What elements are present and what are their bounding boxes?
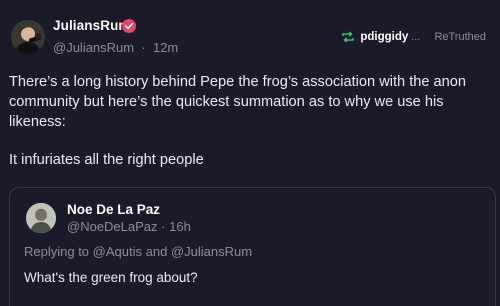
quote-author-name[interactable]: Noe De La Paz [67, 202, 160, 217]
retruthed-by-user[interactable]: pdiggidy [360, 31, 408, 43]
separator-dot: · [161, 219, 166, 234]
replying-to-line: Replying to @Aqutis and @JuliansRum [24, 244, 252, 259]
reply-user-link[interactable]: @Aqutis [93, 244, 142, 259]
quote-body: What's the green frog about? [24, 270, 198, 285]
quote-author-handle-row: @NoeDeLaPaz · 16h [67, 219, 191, 234]
post-card[interactable]: JuliansRum @JuliansRum · 12m pdiggidy ..… [0, 0, 500, 306]
quote-avatar[interactable] [26, 203, 56, 233]
avatar[interactable] [11, 20, 45, 54]
post-body-line2: It infuriates all the right people [9, 152, 204, 168]
replying-to-label: Replying to [24, 244, 90, 259]
user-avatar-icon [11, 20, 45, 54]
author-handle[interactable]: @JuliansRum [53, 40, 134, 55]
post-timestamp[interactable]: 12m [153, 40, 178, 55]
reply-user-link[interactable]: @JuliansRum [171, 244, 252, 259]
author-handle-row: @JuliansRum · 12m [53, 40, 178, 55]
user-avatar-icon [26, 203, 56, 233]
author-name[interactable]: JuliansRum [53, 18, 131, 33]
retruthed-by-ellipsis: ... [411, 31, 421, 43]
retruth-info: pdiggidy ... ReTruthed [341, 31, 486, 43]
retruthed-label: ReTruthed [434, 31, 486, 43]
quoted-post[interactable]: Noe De La Paz @NoeDeLaPaz · 16h Replying… [9, 187, 496, 306]
verified-badge-icon [122, 19, 136, 33]
quote-author-handle[interactable]: @NoeDeLaPaz [67, 219, 158, 234]
replying-to-and: and [145, 244, 168, 259]
retruth-icon [342, 31, 355, 43]
quote-timestamp[interactable]: 16h [169, 219, 191, 234]
post-body: There’s a long history behind Pepe the f… [9, 74, 467, 130]
